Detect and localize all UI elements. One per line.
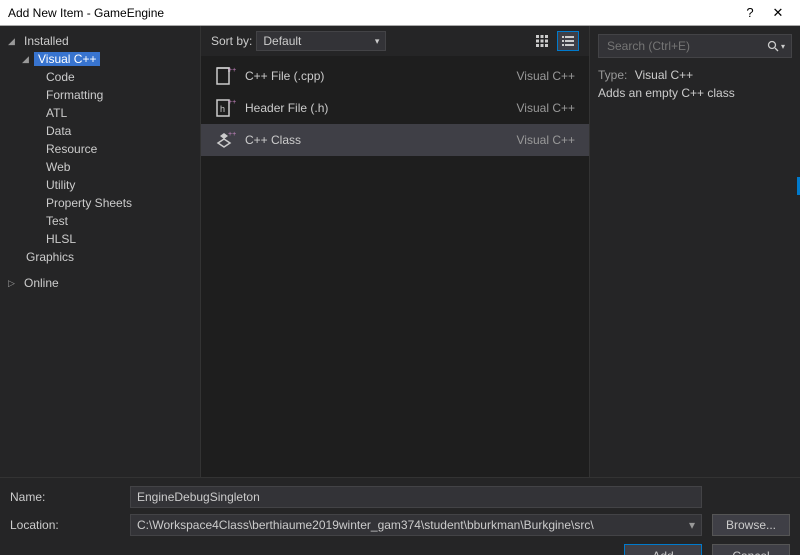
item-name: C++ Class — [239, 133, 517, 147]
tree-label: Graphics — [22, 250, 78, 264]
item-lang: Visual C++ — [517, 133, 579, 147]
view-grid-button[interactable] — [531, 31, 553, 51]
item-list: ++ C++ File (.cpp) Visual C++ h++ Header… — [201, 56, 589, 477]
help-button[interactable]: ? — [736, 5, 764, 20]
svg-text:++: ++ — [228, 131, 236, 138]
window-title: Add New Item - GameEngine — [8, 6, 736, 20]
tree-item-atl[interactable]: ATL — [2, 104, 200, 122]
type-info: Type: Visual C++ Adds an empty C++ class — [598, 68, 792, 100]
svg-text:++: ++ — [228, 99, 236, 106]
tree-label: Code — [42, 70, 79, 84]
tree-label: Property Sheets — [42, 196, 136, 210]
tree-label: HLSL — [42, 232, 80, 246]
cpp-file-icon: ++ — [211, 65, 239, 87]
name-label: Name: — [10, 490, 120, 504]
view-list-button[interactable] — [557, 31, 579, 51]
browse-button[interactable]: Browse... — [712, 514, 790, 536]
tree-item-hlsl[interactable]: HLSL — [2, 230, 200, 248]
tree-item-online[interactable]: ▷ Online — [2, 274, 200, 292]
search-input[interactable] — [605, 38, 767, 54]
name-value: EngineDebugSingleton — [137, 490, 260, 504]
bottom-panel: Name: EngineDebugSingleton Location: C:\… — [0, 477, 800, 555]
tree-item-resource[interactable]: Resource — [2, 140, 200, 158]
cpp-class-icon: ++ — [211, 129, 239, 151]
svg-text:++: ++ — [228, 67, 236, 74]
type-value: Visual C++ — [635, 68, 693, 82]
location-label: Location: — [10, 518, 120, 532]
tree-label: Resource — [42, 142, 101, 156]
tree-item-propertysheets[interactable]: Property Sheets — [2, 194, 200, 212]
main-area: ◢ Installed ◢ Visual C++ Code Formatting… — [0, 26, 800, 477]
title-bar: Add New Item - GameEngine ? ✕ — [0, 0, 800, 26]
tree-item-installed[interactable]: ◢ Installed — [2, 32, 200, 50]
tree-label: Visual C++ — [34, 52, 100, 66]
name-row: Name: EngineDebugSingleton — [10, 486, 790, 508]
tree-item-visualcpp[interactable]: ◢ Visual C++ — [2, 50, 200, 68]
tree-label: Test — [42, 214, 72, 228]
expand-arrow-icon: ▷ — [8, 278, 18, 289]
grid-icon — [535, 34, 549, 48]
name-input[interactable]: EngineDebugSingleton — [130, 486, 702, 508]
add-button[interactable]: Add — [624, 544, 702, 555]
tree-item-code[interactable]: Code — [2, 68, 200, 86]
tree-label: Online — [20, 276, 63, 290]
list-icon — [561, 34, 575, 48]
tree-item-utility[interactable]: Utility — [2, 176, 200, 194]
type-label: Type: — [598, 68, 627, 82]
tree-label: Utility — [42, 178, 79, 192]
cancel-button[interactable]: Cancel — [712, 544, 790, 555]
sortby-label: Sort by: — [211, 34, 252, 48]
collapse-arrow-icon: ◢ — [22, 54, 32, 65]
header-file-icon: h++ — [211, 97, 239, 119]
template-tree: ◢ Installed ◢ Visual C++ Code Formatting… — [0, 26, 200, 477]
tree-label: Data — [42, 124, 75, 138]
tree-label: Installed — [20, 34, 73, 48]
tree-label: ATL — [42, 106, 71, 120]
list-item[interactable]: ++ C++ File (.cpp) Visual C++ — [201, 60, 589, 92]
collapse-arrow-icon: ◢ — [8, 36, 18, 47]
item-lang: Visual C++ — [517, 69, 579, 83]
type-description: Adds an empty C++ class — [598, 86, 792, 100]
search-icon: ▾ — [767, 40, 785, 52]
list-item[interactable]: ++ C++ Class Visual C++ — [201, 124, 589, 156]
dialog-buttons: Add Cancel — [10, 544, 790, 555]
chevron-down-icon: ▾ — [375, 36, 380, 47]
svg-text:h: h — [220, 104, 225, 114]
sortby-dropdown[interactable]: Default ▾ — [256, 31, 386, 51]
tree-item-formatting[interactable]: Formatting — [2, 86, 200, 104]
list-toolbar: Sort by: Default ▾ — [201, 26, 589, 56]
tree-label: Formatting — [42, 88, 107, 102]
sortby-value: Default — [263, 34, 301, 48]
location-value: C:\Workspace4Class\berthiaume2019winter_… — [137, 518, 594, 532]
location-row: Location: C:\Workspace4Class\berthiaume2… — [10, 514, 790, 536]
search-box[interactable]: ▾ — [598, 34, 792, 58]
tree-item-data[interactable]: Data — [2, 122, 200, 140]
detail-pane: ▾ Type: Visual C++ Adds an empty C++ cla… — [590, 26, 800, 477]
chevron-down-icon: ▾ — [781, 42, 785, 51]
center-pane: Sort by: Default ▾ ++ C++ File (.cpp) Vi… — [200, 26, 590, 477]
close-button[interactable]: ✕ — [764, 5, 792, 21]
tree-label: Web — [42, 160, 74, 174]
list-item[interactable]: h++ Header File (.h) Visual C++ — [201, 92, 589, 124]
item-lang: Visual C++ — [517, 101, 579, 115]
location-input[interactable]: C:\Workspace4Class\berthiaume2019winter_… — [130, 514, 702, 536]
item-name: Header File (.h) — [239, 101, 517, 115]
tree-item-graphics[interactable]: Graphics — [2, 248, 200, 266]
tree-item-test[interactable]: Test — [2, 212, 200, 230]
tree-item-web[interactable]: Web — [2, 158, 200, 176]
item-name: C++ File (.cpp) — [239, 69, 517, 83]
chevron-down-icon[interactable]: ▾ — [689, 518, 695, 532]
